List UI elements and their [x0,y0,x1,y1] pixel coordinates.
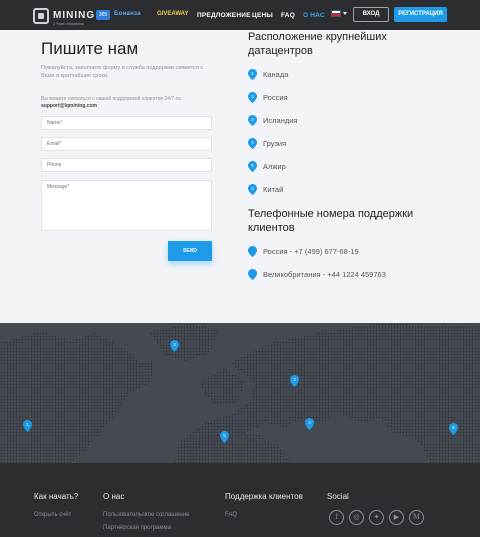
footer-heading-start: Как начать? [34,492,79,501]
location-item-georgia: 4 Грузия [248,137,286,149]
phones-title: Телефонные номера поддержки клиентов [248,208,414,234]
twitter-icon[interactable]: ✦ [369,510,384,525]
location-name: Канада [263,69,289,79]
locations-title: Расположение крупнейших датацентров [248,31,387,57]
footer-link-faq[interactable]: FAQ [225,512,237,518]
map-marker-canada[interactable]: 1 [23,420,32,432]
nav-about[interactable]: О НАС [303,12,325,19]
facebook-icon[interactable]: f [329,510,344,525]
support-note: Вы можете связаться с нашей поддержкой к… [41,96,181,110]
logo-subtext: 3 Years of Business [53,22,84,26]
logo[interactable]: MINING 3 Years of Business [33,6,95,27]
contact-lead: Пожалуйста, заполните форму и служба под… [41,65,204,79]
nav-faq[interactable]: FAQ [281,12,295,19]
logo-text: MINING [53,10,96,21]
anniversary-badge: 365 [96,10,110,20]
phone-text[interactable]: Великобритания - +44 1224 459763 [263,270,386,279]
phone-input[interactable] [41,158,212,172]
map-marker-russia[interactable]: 2 [290,375,299,387]
map-marker-iceland[interactable]: 3 [170,340,179,352]
bonanza-link[interactable]: Бонанза [114,11,141,17]
world-map-landmass [0,323,480,463]
support-note-text: Вы можете связаться с нашей поддержкой к… [41,96,182,102]
medium-icon[interactable]: M [409,510,424,525]
email-input[interactable] [41,137,212,151]
location-item-china: 6 Китай [248,183,283,195]
phone-item-uk: Великобритания - +44 1224 459763 [248,268,386,280]
phone-item-russia: Россия - +7 (499) 677-68-19 [248,245,359,257]
logo-gear-icon [33,8,49,25]
name-input[interactable] [41,116,212,130]
youtube-icon[interactable]: ▶ [389,510,404,525]
location-item-canada: 1 Канада [248,68,288,80]
footer-heading-support: Поддержка клиентов [225,492,303,501]
map-pin-icon: 2 [248,91,257,103]
location-name: Исландия [263,115,298,125]
map-pin-icon: 3 [248,114,257,126]
message-textarea[interactable] [41,180,212,231]
register-button[interactable]: РЕГИСТРАЦИЯ [394,7,447,22]
map-pin-icon [248,245,257,257]
russia-flag-icon[interactable] [331,10,341,17]
location-name: Китай [263,184,284,194]
world-map: 1 2 3 4 5 6 [0,323,480,463]
support-email[interactable]: support@lqmining.com [41,103,97,109]
nav-prices[interactable]: ЦЕНЫ [252,12,273,19]
map-pin-icon: 4 [248,137,257,149]
map-pin-icon: 5 [248,160,257,172]
contact-title: Пишите нам [41,39,139,58]
phone-text[interactable]: Россия - +7 (499) 677-68-19 [263,247,359,256]
instagram-icon[interactable]: ◎ [349,510,364,525]
location-name: Россия [263,92,288,102]
login-button[interactable]: ВХОД [353,7,389,22]
nav-offer[interactable]: ПРЕДЛОЖЕНИЕ [197,12,251,19]
map-marker-algeria[interactable]: 5 [220,431,229,443]
top-navbar: MINING 3 Years of Business 365 Бонанза G… [0,0,480,30]
send-button[interactable]: SEND [168,241,212,261]
chevron-down-icon[interactable] [343,12,347,15]
map-pin-icon: 1 [248,68,257,80]
footer-link-partner-program[interactable]: Партнёрская программа [103,525,171,531]
footer-link-user-agreement[interactable]: Пользовательское соглашение [103,512,189,518]
map-marker-georgia[interactable]: 4 [305,418,314,430]
map-pin-icon [248,268,257,280]
footer-link-open-account[interactable]: Открыть счёт [34,512,71,518]
location-name: Алжир [263,161,286,171]
footer-heading-about: О нас [103,492,125,501]
map-marker-china[interactable]: 6 [449,423,458,435]
location-item-iceland: 3 Исландия [248,114,297,126]
map-pin-icon: 6 [248,183,257,195]
location-name: Грузия [263,138,287,148]
location-item-algeria: 5 Алжир [248,160,286,172]
giveaway-link[interactable]: GIVEAWAY [157,11,188,17]
footer-heading-social: Social [327,492,349,501]
location-item-russia: 2 Россия [248,91,288,103]
